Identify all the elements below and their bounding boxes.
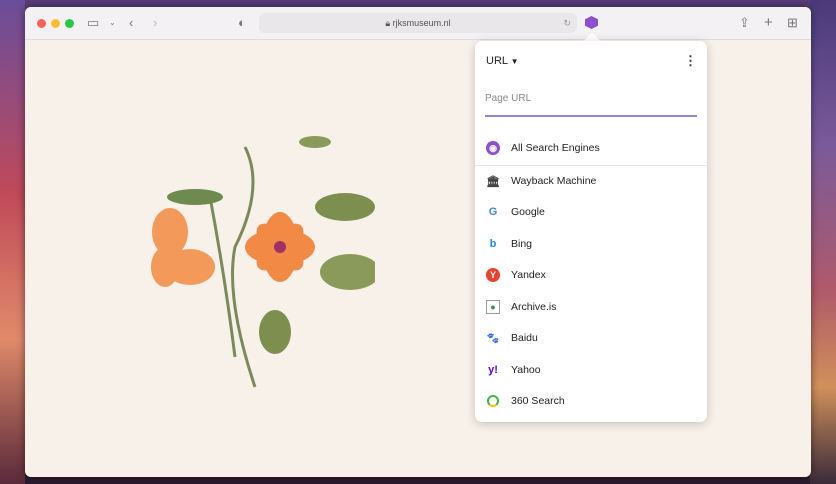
engine-label: Yandex	[511, 269, 546, 281]
engine-baidu[interactable]: 🐾︎ Baidu	[475, 323, 707, 353]
engine-label: Bing	[511, 238, 533, 250]
engine-yahoo[interactable]: y! Yahoo	[475, 355, 707, 385]
zoom-button[interactable]	[65, 19, 74, 28]
mode-label: URL	[486, 55, 508, 67]
search-engines-popup: URL ▼ ⋮ Page URL ◉ All Search Engines 🏛︎ W…	[475, 41, 707, 422]
engine-all[interactable]: ◉ All Search Engines	[475, 133, 707, 163]
sidebar-icon[interactable]: ▭	[87, 15, 99, 31]
engine-archive-is[interactable]: ● Archive.is	[475, 292, 707, 322]
engine-wayback[interactable]: 🏛︎ Wayback Machine	[475, 166, 707, 196]
minimize-button[interactable]	[51, 19, 60, 28]
close-button[interactable]	[37, 19, 46, 28]
new-tab-icon[interactable]: +	[764, 15, 773, 31]
url-text: rjksmuseum.nl	[392, 18, 451, 28]
tab-overview-icon[interactable]: ⊞	[787, 15, 798, 31]
flower-illustration	[151, 136, 375, 388]
engine-label: Yahoo	[511, 364, 541, 376]
page-url-input[interactable]: Page URL	[485, 89, 697, 117]
privacy-shield-icon[interactable]: ◐	[238, 15, 246, 31]
back-icon[interactable]: ‹	[129, 15, 133, 31]
share-icon[interactable]: ⇪	[739, 15, 750, 31]
mode-select[interactable]: URL ▼	[486, 55, 519, 67]
input-placeholder: Page URL	[485, 93, 532, 104]
archive-is-icon: ●	[486, 300, 500, 314]
engine-bing[interactable]: b Bing	[475, 229, 707, 259]
engine-yandex[interactable]: Y Yandex	[475, 260, 707, 290]
engine-label: All Search Engines	[511, 142, 600, 154]
engine-label: Wayback Machine	[511, 175, 597, 187]
engine-label: Baidu	[511, 332, 538, 344]
browser-toolbar: ▭ ⌄ ‹ › ◐ 🔒︎ rjksmuseum.nl ↻ ⇪ + ⊞	[25, 7, 811, 40]
engine-google[interactable]: G Google	[475, 197, 707, 227]
desktop-wallpaper-left	[0, 0, 25, 484]
engine-label: 360 Search	[511, 395, 565, 407]
baidu-icon: 🐾︎	[486, 332, 500, 345]
lock-icon: 🔒︎	[385, 18, 393, 28]
more-options-icon[interactable]: ⋮	[684, 53, 697, 69]
forward-icon[interactable]: ›	[153, 15, 157, 31]
engine-label: Archive.is	[511, 301, 557, 313]
yandex-icon: Y	[486, 268, 500, 282]
globe-icon: ◉	[486, 141, 500, 155]
yahoo-icon: y!	[488, 364, 498, 376]
engine-label: Google	[511, 206, 545, 218]
extension-cube-icon[interactable]	[585, 16, 598, 29]
360-search-icon	[486, 394, 500, 408]
reload-icon[interactable]: ↻	[563, 13, 571, 33]
engine-360-search[interactable]: 360 Search	[475, 386, 707, 416]
bing-icon: b	[489, 238, 497, 250]
google-icon: G	[488, 206, 498, 218]
address-bar[interactable]: 🔒︎ rjksmuseum.nl ↻	[259, 13, 577, 33]
desktop-wallpaper-right	[810, 0, 836, 484]
chevron-down-icon[interactable]: ⌄	[109, 15, 116, 31]
wayback-icon: 🏛︎	[486, 175, 500, 188]
dropdown-arrow-icon: ▼	[510, 57, 519, 66]
